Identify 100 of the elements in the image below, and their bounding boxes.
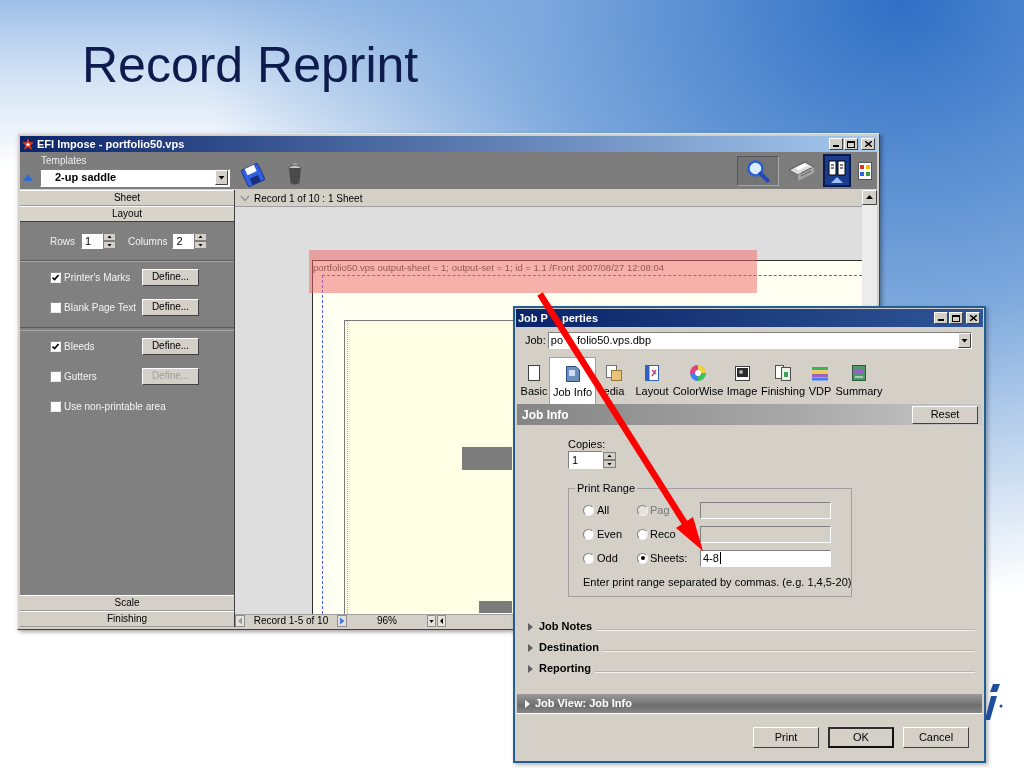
job-label: Job: xyxy=(525,333,546,349)
zoom-dropdown-icon[interactable] xyxy=(427,615,436,627)
spin-arrows-icon[interactable] xyxy=(194,233,208,249)
check-icon xyxy=(52,273,59,281)
color-bars-icon xyxy=(812,367,828,381)
collapsible-header[interactable]: Job Notes xyxy=(526,616,975,637)
accordion-header[interactable]: Finishing xyxy=(20,611,234,627)
radio-button[interactable] xyxy=(583,528,594,540)
tab[interactable]: VDP xyxy=(806,357,834,404)
accordion-header[interactable]: Sheet xyxy=(20,190,234,206)
minimize-button[interactable] xyxy=(829,138,843,150)
double-page-icon xyxy=(828,158,846,183)
picture-icon xyxy=(734,366,750,381)
checkbox[interactable] xyxy=(50,400,61,412)
window-title: EFI Impose - portfolio50.vps xyxy=(37,138,185,150)
radio-label: Reco xyxy=(650,526,676,542)
printer-icon xyxy=(787,159,815,182)
radio-button[interactable] xyxy=(637,552,648,564)
job-view-toggle[interactable]: Job View: Job Info xyxy=(517,694,982,713)
scroll-left-icon[interactable] xyxy=(437,615,446,627)
templates-label: Templates xyxy=(41,154,88,167)
define-button[interactable]: Define... xyxy=(142,298,199,316)
radio-label: Pag xyxy=(650,502,670,518)
minimize-icon xyxy=(938,319,944,321)
dialog-button[interactable]: Print xyxy=(753,727,819,748)
page-icon xyxy=(528,365,540,381)
collapsible-header[interactable]: Reporting xyxy=(526,658,975,679)
document-icon xyxy=(565,366,580,382)
option-label: Blank Page Text xyxy=(64,300,138,315)
collapsible-header[interactable]: Destination xyxy=(526,637,975,658)
dialog-button[interactable]: OK xyxy=(828,727,894,748)
app-icon xyxy=(22,138,34,150)
booklet-icon xyxy=(775,365,791,381)
dialog-title: Job P xyxy=(518,312,548,324)
tab[interactable]: Job Info xyxy=(549,357,596,404)
check-icon xyxy=(52,342,59,350)
view-tool-button[interactable] xyxy=(737,155,779,186)
job-dropdown[interactable]: po folio50.vps.dbp xyxy=(547,332,972,349)
accordion-header[interactable]: Scale xyxy=(20,595,234,611)
zoom-level-text: 96% xyxy=(376,616,398,626)
accordion-header[interactable]: Layout xyxy=(20,206,234,222)
dropdown-arrow-icon[interactable] xyxy=(958,333,971,348)
copies-field[interactable]: 1 xyxy=(568,451,603,469)
radio-button[interactable] xyxy=(583,552,594,564)
tab[interactable]: Summary xyxy=(834,357,884,404)
logo-fragment-icon xyxy=(985,684,1003,720)
dropdown-arrow-icon[interactable] xyxy=(215,170,228,185)
scroll-up-icon[interactable] xyxy=(862,190,877,205)
tab[interactable]: Finishing xyxy=(760,357,806,404)
option-label: Printer's Marks xyxy=(64,270,132,285)
tab[interactable]: ColorWise xyxy=(672,357,724,404)
tab[interactable]: Basic xyxy=(519,357,549,404)
spin-arrows-icon[interactable] xyxy=(103,233,116,249)
view-tool-button[interactable] xyxy=(823,154,851,187)
checkbox[interactable] xyxy=(50,340,61,352)
rows-field[interactable]: 1 xyxy=(81,233,103,249)
maximize-button[interactable] xyxy=(949,312,963,324)
close-icon xyxy=(864,141,872,147)
option-label: Gutters xyxy=(64,369,98,384)
tab[interactable]: Image xyxy=(724,357,760,404)
range-field[interactable]: 4-8 xyxy=(700,549,831,567)
define-button[interactable]: Define... xyxy=(142,268,199,286)
option-label: Bleeds xyxy=(64,339,96,354)
checkbox[interactable] xyxy=(50,271,61,283)
maximize-icon xyxy=(952,314,960,322)
radio-button[interactable] xyxy=(583,504,594,516)
radio-label: All xyxy=(597,502,610,518)
range-field[interactable] xyxy=(700,525,831,543)
section-title: Job Info xyxy=(522,406,569,424)
columns-label: Columns xyxy=(128,234,168,249)
sheet-label-text: portfolio50.vps output-sheet = 1; output-set = 1; id = 1.1 /Front 2007/08/27 12:08:04 xyxy=(313,263,664,273)
define-button[interactable]: Define... xyxy=(142,337,199,355)
close-button[interactable] xyxy=(966,312,980,324)
print-range-hint: Enter print range separated by commas. (e.g. 1,4,5-20) xyxy=(583,576,852,589)
tab[interactable]: Layout xyxy=(632,357,672,404)
print-range-legend: Print Range xyxy=(575,482,638,495)
next-record-icon[interactable] xyxy=(337,615,347,627)
color-wheel-icon xyxy=(690,365,706,381)
text-cursor xyxy=(719,552,721,564)
radio-button[interactable] xyxy=(637,528,648,540)
columns-field[interactable]: 2 xyxy=(172,233,195,249)
dialog-button[interactable]: Cancel xyxy=(903,727,969,748)
record-header-text: Record 1 of 10 : 1 Sheet xyxy=(254,191,363,206)
checkbox[interactable] xyxy=(50,370,61,382)
radio-label: Sheets: xyxy=(650,550,688,566)
copies-label: Copies: xyxy=(568,438,607,451)
search-icon xyxy=(746,158,770,183)
maximize-icon xyxy=(847,140,855,148)
checkbox[interactable] xyxy=(50,301,61,313)
rows-label: Rows xyxy=(50,234,75,249)
summary-sheet-icon xyxy=(852,365,866,381)
template-dropdown[interactable]: 2-up saddle xyxy=(40,168,230,187)
minimize-button[interactable] xyxy=(934,312,948,324)
spin-arrows-icon[interactable] xyxy=(603,452,616,468)
radio-label: Even xyxy=(597,526,623,542)
reset-button[interactable]: Reset xyxy=(912,405,978,424)
close-button[interactable] xyxy=(861,138,875,150)
option-label: Use non-printable area xyxy=(64,399,166,414)
maximize-button[interactable] xyxy=(844,138,858,150)
paper-stack-icon xyxy=(606,365,622,381)
